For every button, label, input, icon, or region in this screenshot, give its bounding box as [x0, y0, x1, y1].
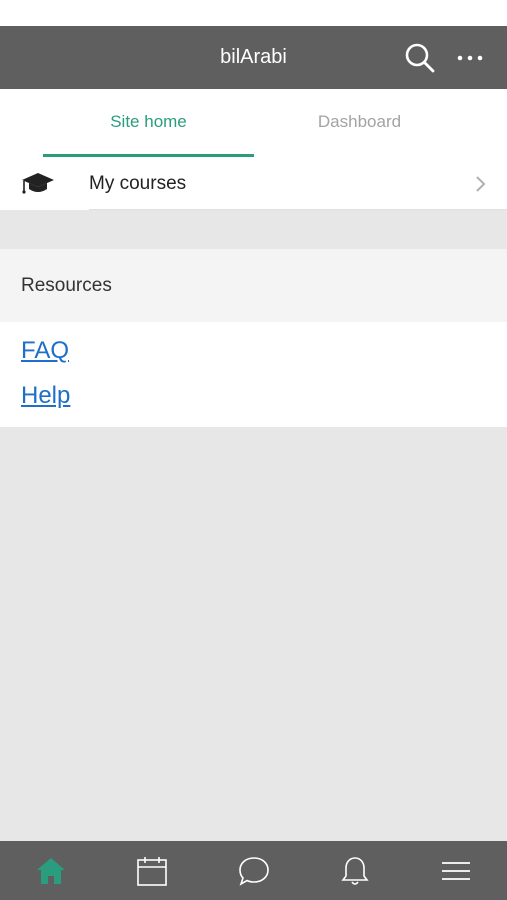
my-courses-label: My courses: [89, 173, 187, 194]
faq-link[interactable]: FAQ: [21, 337, 69, 365]
home-icon-shape: [37, 858, 65, 884]
divider: [89, 209, 507, 210]
search-icon[interactable]: [402, 40, 438, 76]
tab-site-home[interactable]: Site home: [43, 89, 254, 158]
status-bar: [0, 0, 507, 26]
home-icon[interactable]: [33, 853, 69, 889]
messages-icon[interactable]: [236, 853, 272, 889]
graduation-cap-icon: [20, 170, 56, 198]
resources-links: FAQ Help: [0, 322, 507, 427]
help-link[interactable]: Help: [21, 382, 70, 410]
my-courses-row[interactable]: My courses: [0, 158, 507, 210]
section-title: Resources: [21, 275, 112, 296]
calendar-icon[interactable]: [134, 853, 170, 889]
menu-icon[interactable]: [438, 853, 474, 889]
tab-dashboard[interactable]: Dashboard: [254, 89, 465, 158]
chevron-right-icon: [472, 174, 490, 194]
notifications-icon[interactable]: [337, 853, 373, 889]
active-tab-indicator: [43, 154, 254, 157]
resources-section-header: Resources: [0, 249, 507, 322]
more-icon[interactable]: [452, 40, 488, 76]
top-app-bar: bilArabi: [0, 26, 507, 89]
tab-bar: Site home Dashboard: [0, 89, 507, 158]
bottom-tab-bar: [0, 841, 507, 900]
